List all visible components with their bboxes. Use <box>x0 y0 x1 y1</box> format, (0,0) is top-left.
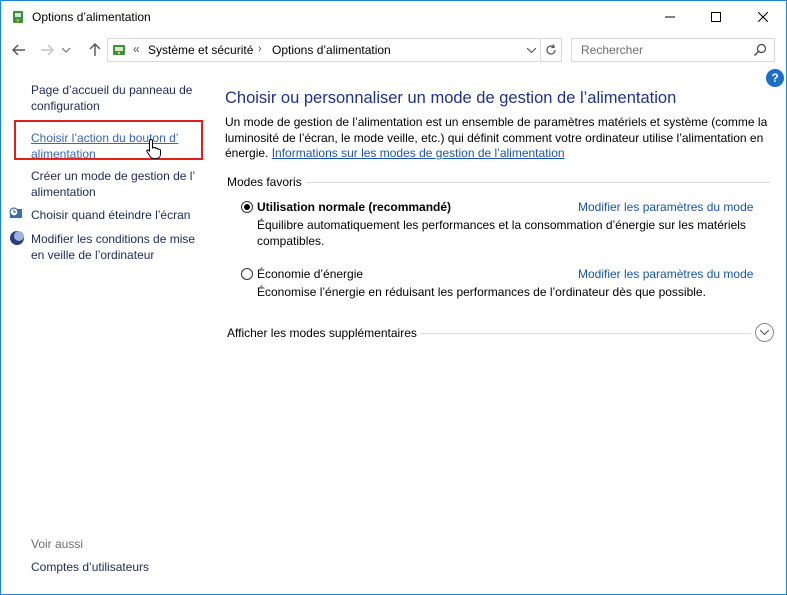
sidebar-item-label: configuration <box>31 99 100 113</box>
refresh-icon <box>546 44 556 55</box>
window-title: Options d’alimentation <box>32 10 151 24</box>
chevron-down-icon <box>62 47 70 53</box>
group-divider <box>421 333 751 334</box>
forward-arrow-icon <box>41 44 54 56</box>
chevron-down-icon <box>526 47 536 53</box>
sidebar-item-label: alimentation <box>31 185 96 199</box>
plan-radio-balanced[interactable] <box>241 201 253 213</box>
expand-plans-button[interactable] <box>755 323 774 342</box>
close-button[interactable] <box>740 1 786 33</box>
refresh-button[interactable] <box>540 39 561 61</box>
hand-cursor-icon <box>146 138 161 159</box>
change-plan-settings-link[interactable]: Modifier les paramètres du mode <box>578 200 753 214</box>
search-box[interactable] <box>571 38 775 62</box>
forward-button[interactable] <box>37 40 57 60</box>
search-icon[interactable] <box>752 42 768 58</box>
recent-locations-button[interactable] <box>59 40 73 60</box>
plan-name[interactable]: Utilisation normale (recommandé) <box>257 200 451 214</box>
sidebar-item-label: en veille de l’ordinateur <box>31 248 155 262</box>
breadcrumb-overflow[interactable]: « <box>133 42 140 56</box>
up-button[interactable] <box>85 40 105 60</box>
sidebar-item-label: alimentation <box>31 147 96 161</box>
maximize-icon <box>711 12 721 22</box>
sidebar-item-display-off[interactable]: Choisir quand éteindre l’écran <box>31 207 190 223</box>
breadcrumb-system-security[interactable]: Système et sécurité <box>148 43 253 57</box>
power-options-icon <box>13 11 23 23</box>
display-clock-icon <box>9 207 22 218</box>
group-divider <box>306 182 770 183</box>
maximize-button[interactable] <box>693 1 739 33</box>
change-plan-settings-link[interactable]: Modifier les paramètres du mode <box>578 267 753 281</box>
sidebar-item-label: Modifier les conditions de mise <box>31 232 196 246</box>
navigation-bar: « Système et sécurité › Options d’alimen… <box>1 34 786 66</box>
plan-description: Économise l’énergie en réduisant les per… <box>257 285 706 299</box>
back-button[interactable] <box>9 40 29 60</box>
breadcrumb-power-options[interactable]: Options d’alimentation <box>272 43 391 57</box>
power-plans-info-link[interactable]: Informations sur les modes de gestion de… <box>272 146 565 160</box>
sidebar-item-sleep-settings[interactable]: Modifier les conditions de mise en veill… <box>31 231 195 263</box>
moon-sleep-icon <box>10 231 24 245</box>
plan-name[interactable]: Économie d’énergie <box>257 267 363 281</box>
see-also-user-accounts-link[interactable]: Comptes d’utilisateurs <box>31 560 149 574</box>
favorite-plans-heading: Modes favoris <box>227 175 302 189</box>
search-input[interactable] <box>572 39 751 61</box>
minimize-icon <box>665 16 675 18</box>
plan-radio-power-saver[interactable] <box>241 268 253 280</box>
close-icon <box>758 12 768 22</box>
control-panel-icon <box>113 45 125 55</box>
up-arrow-icon <box>89 43 101 56</box>
sidebar-item-control-panel-home[interactable]: Page d’accueil du panneau de configurati… <box>31 82 192 114</box>
see-also-heading: Voir aussi <box>31 537 84 551</box>
address-dropdown-button[interactable] <box>522 41 540 59</box>
breadcrumb-separator-icon[interactable]: › <box>258 43 262 55</box>
address-bar[interactable]: « Système et sécurité › Options d’alimen… <box>107 38 562 62</box>
chevron-down-icon <box>760 330 769 335</box>
sidebar-item-label: Page d’accueil du panneau de <box>31 83 193 97</box>
sidebar-item-create-power-plan[interactable]: Créer un mode de gestion de l’ alimentat… <box>31 168 195 200</box>
page-title: Choisir ou personnaliser un mode de gest… <box>225 89 677 107</box>
sidebar-item-label: Choisir quand éteindre l’écran <box>31 208 191 222</box>
title-bar: Options d’alimentation <box>1 1 786 33</box>
intro-paragraph: Un mode de gestion de l’alimentation est… <box>225 115 775 162</box>
help-icon[interactable]: ? <box>766 69 784 87</box>
power-options-window: Options d’alimentation « Système et sécu… <box>0 0 787 595</box>
show-additional-plans-label[interactable]: Afficher les modes supplémentaires <box>227 326 417 340</box>
minimize-button[interactable] <box>647 1 693 33</box>
plan-description: Équilibre automatiquement les performanc… <box>257 218 746 248</box>
back-arrow-icon <box>12 44 25 56</box>
sidebar-item-label: Créer un mode de gestion de l’ <box>31 169 196 183</box>
